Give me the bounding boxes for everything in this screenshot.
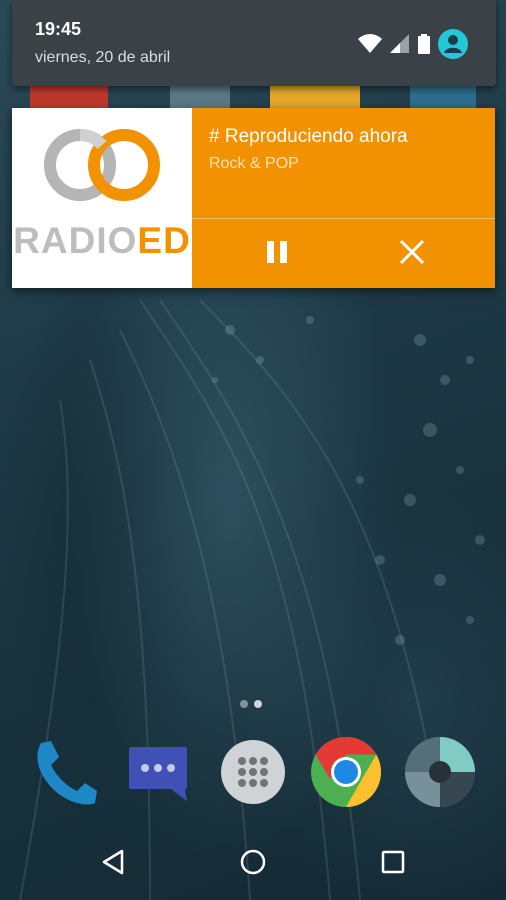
notification-shade-header[interactable]: 19:45 viernes, 20 de abril: [12, 0, 496, 86]
close-icon: [398, 238, 426, 271]
chrome-icon: [310, 736, 382, 813]
camera-app[interactable]: [402, 736, 478, 812]
radio-logo: RADIOED: [12, 108, 192, 288]
phone-app[interactable]: [24, 736, 100, 812]
logo-wordmark: RADIOED: [13, 220, 191, 261]
pause-button[interactable]: [252, 232, 302, 276]
system-icons: [358, 29, 468, 64]
pause-icon: [265, 239, 289, 270]
divider: [192, 218, 495, 219]
close-button[interactable]: [387, 232, 437, 276]
navigation-bar: [0, 826, 506, 900]
media-notification[interactable]: RADIOED # Reproduciendo ahora Rock & POP: [12, 108, 495, 288]
account-avatar-icon[interactable]: [438, 29, 468, 64]
apps-grid-icon: [220, 739, 286, 810]
home-button[interactable]: [228, 844, 278, 884]
phone-icon: [27, 737, 97, 812]
clock: 19:45: [35, 19, 82, 39]
recents-button[interactable]: [368, 844, 418, 884]
battery-icon: [418, 34, 430, 59]
camera-icon: [404, 736, 476, 813]
chrome-app[interactable]: [308, 736, 384, 812]
cell-signal-icon: [390, 34, 410, 59]
home-apps-row-peek: [30, 86, 476, 108]
recents-icon: [380, 849, 406, 880]
page-indicator: [240, 700, 262, 708]
back-button[interactable]: [88, 844, 138, 884]
back-icon: [100, 849, 126, 880]
home-icon: [239, 848, 267, 881]
page-dot-active: [254, 700, 262, 708]
page-dot: [240, 700, 248, 708]
notification-content[interactable]: # Reproduciendo ahora Rock & POP: [192, 108, 495, 288]
chat-icon: [125, 739, 191, 810]
messages-app[interactable]: [120, 736, 196, 812]
app-drawer-button[interactable]: [215, 736, 291, 812]
notification-title: # Reproduciendo ahora: [209, 126, 408, 147]
notification-subtitle: Rock & POP: [209, 155, 299, 172]
wifi-icon: [358, 34, 382, 59]
date: viernes, 20 de abril: [35, 49, 171, 66]
